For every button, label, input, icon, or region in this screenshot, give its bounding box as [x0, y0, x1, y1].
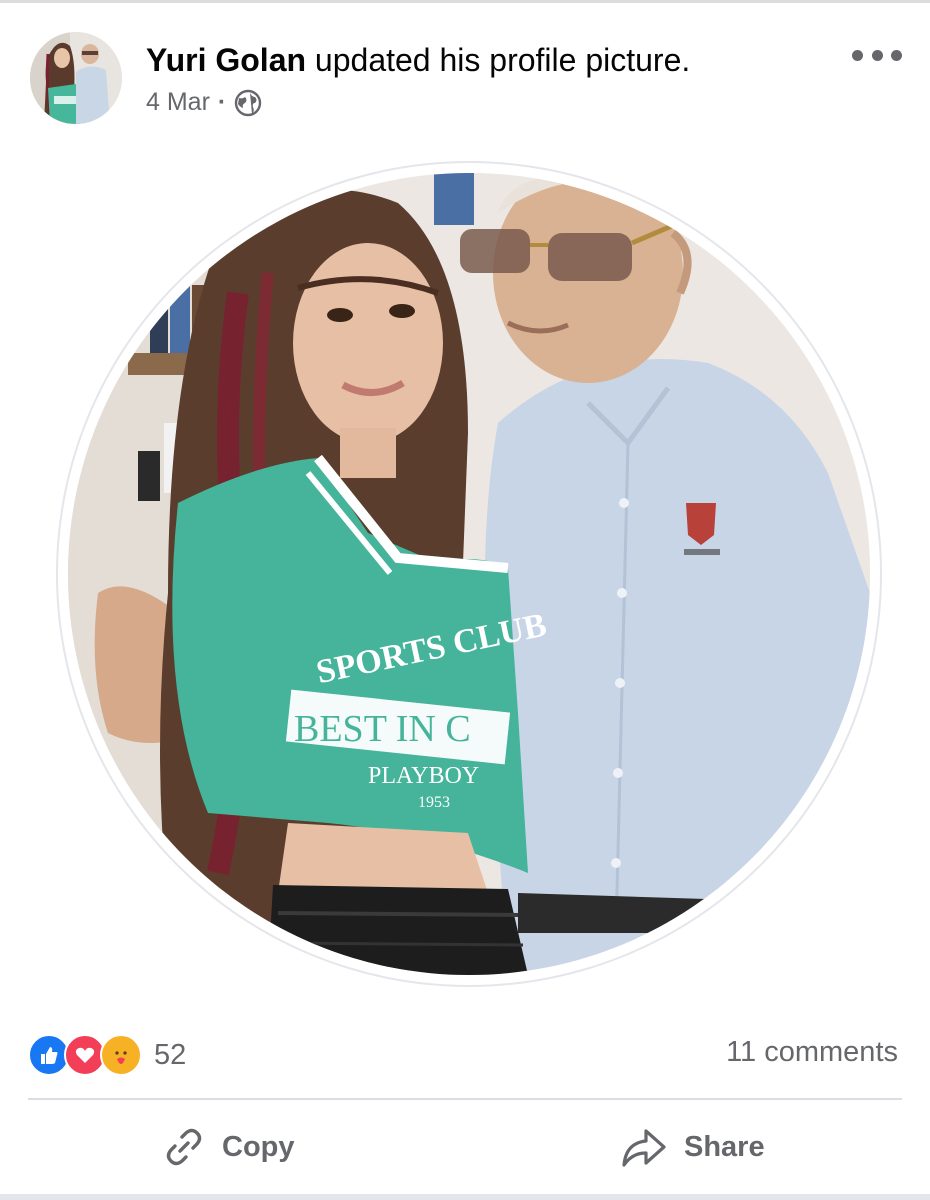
meta-separator: ·: [217, 88, 227, 116]
comments-count-link[interactable]: 11 comments: [726, 1036, 898, 1069]
share-label: Share: [684, 1130, 765, 1163]
shirt-text-playboy: PLAYBOY: [368, 763, 479, 789]
globe-icon[interactable]: [234, 89, 262, 117]
shirt-text-year: 1953: [418, 794, 450, 811]
post-meta: 4 Mar ·: [146, 88, 262, 117]
actions-divider: [28, 1098, 902, 1100]
reactions-summary[interactable]: 52: [28, 1034, 186, 1076]
profile-photo[interactable]: SPORTS CLUB BEST IN C PLAYBOY 1953: [68, 173, 870, 975]
share-button[interactable]: Share: [620, 1118, 765, 1176]
shirt-text-best-in: BEST IN C: [294, 708, 471, 750]
post-date[interactable]: 4 Mar: [146, 88, 210, 117]
share-arrow-icon: [622, 1129, 666, 1167]
link-icon: [166, 1128, 202, 1166]
bottom-divider: [0, 1194, 930, 1200]
post-action-text: updated his profile picture.: [314, 42, 691, 78]
care-icon: [100, 1034, 142, 1076]
profile-photo-illustration: SPORTS CLUB BEST IN C PLAYBOY 1953: [68, 173, 870, 975]
copy-label: Copy: [222, 1130, 295, 1163]
post-header: Yuri Golan updated his profile picture.: [146, 40, 690, 80]
avatar-image: [30, 32, 122, 124]
copy-link-button[interactable]: Copy: [162, 1118, 295, 1176]
author-avatar[interactable]: [30, 32, 122, 124]
top-divider: [0, 0, 930, 3]
reaction-count: 52: [154, 1038, 187, 1071]
author-name[interactable]: Yuri Golan: [146, 42, 306, 78]
more-options-icon[interactable]: [852, 40, 902, 70]
